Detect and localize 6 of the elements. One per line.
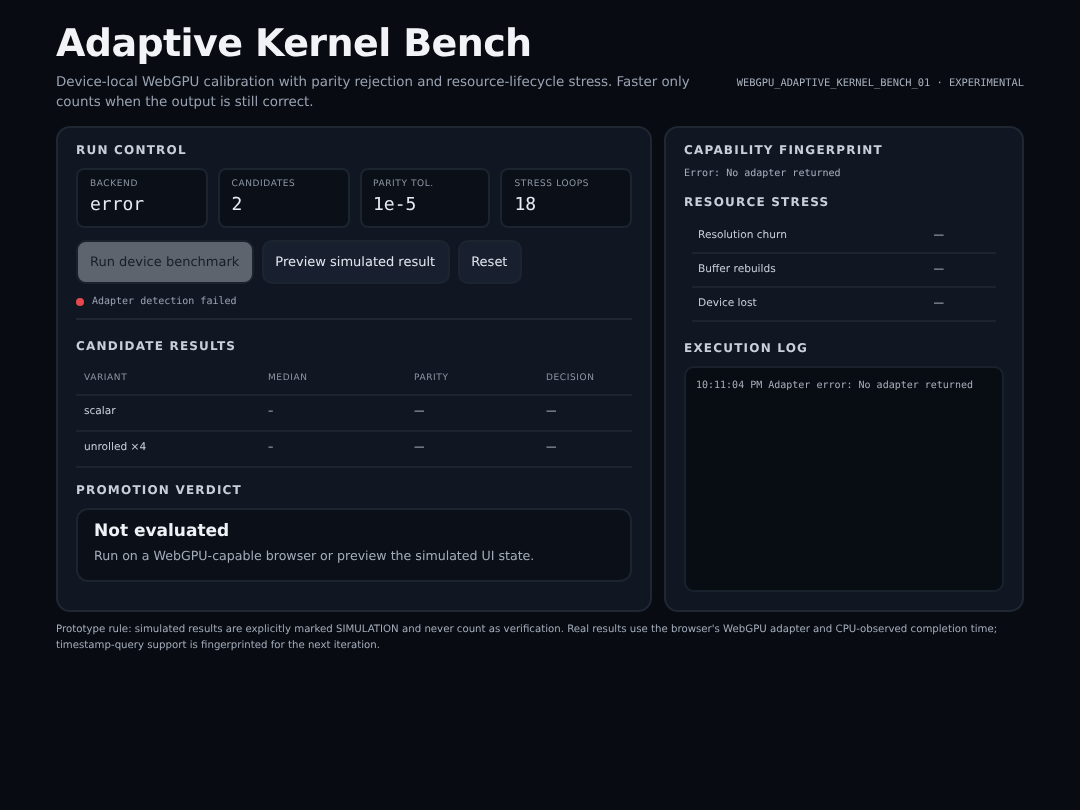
stat-value: 2 [231,196,245,216]
page-title: Adaptive Kernel Bench [56,22,534,66]
stat-value: error [90,196,147,216]
verdict-heading: Not evaluated [94,522,232,542]
stat-value: 1e-5 [373,196,419,216]
stat-value: 18 [514,196,539,216]
